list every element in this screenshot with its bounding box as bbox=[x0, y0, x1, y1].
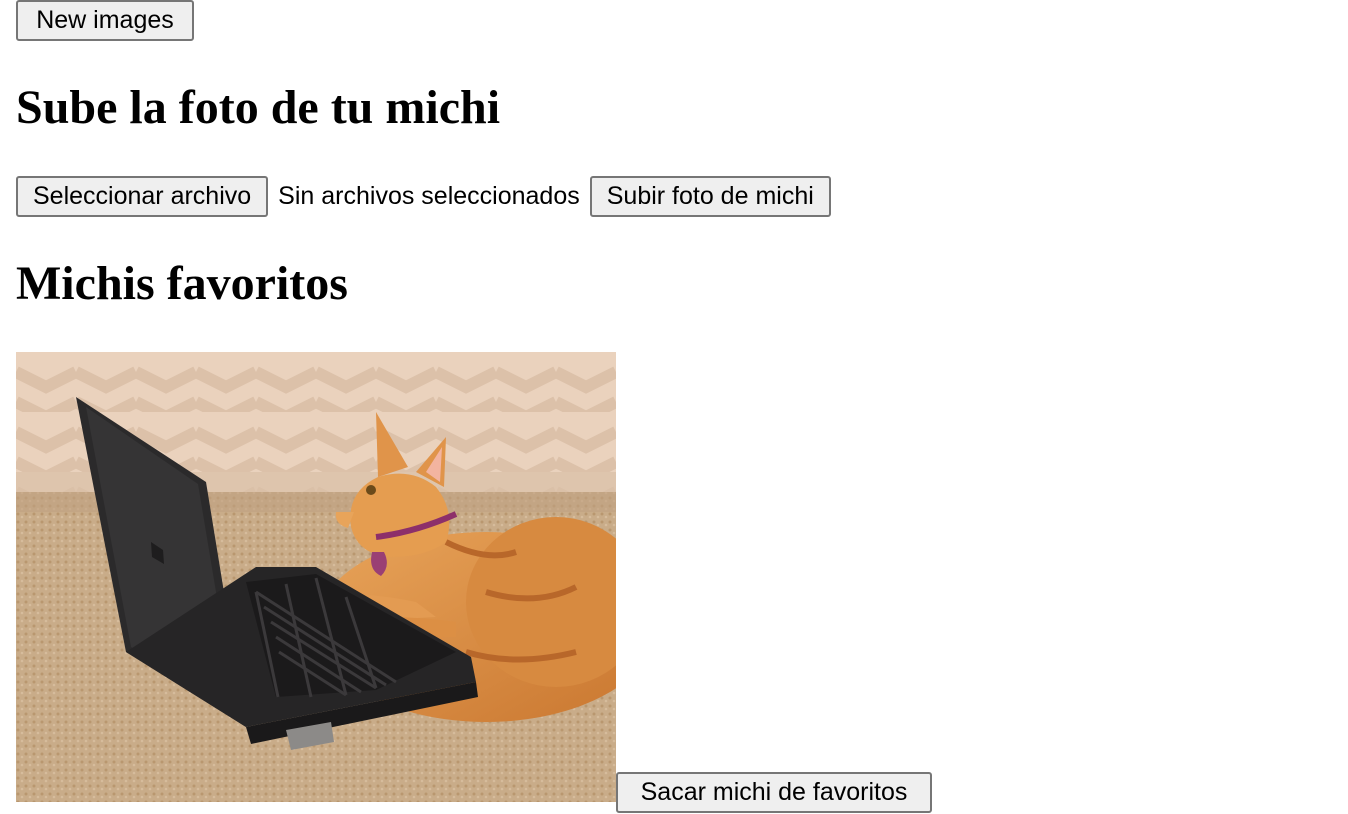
new-images-button[interactable]: New images bbox=[16, 0, 194, 41]
file-status-text: Sin archivos seleccionados bbox=[278, 182, 580, 210]
favorites-section-title: Michis favoritos bbox=[16, 257, 348, 310]
favorite-cat-image bbox=[16, 352, 616, 802]
upload-section-title: Sube la foto de tu michi bbox=[16, 81, 501, 134]
upload-photo-button[interactable]: Subir foto de michi bbox=[589, 176, 831, 217]
select-file-button[interactable]: Seleccionar archivo bbox=[16, 176, 269, 217]
upload-form: Seleccionar archivo Sin archivos selecci… bbox=[16, 176, 831, 217]
remove-favorite-button[interactable]: Sacar michi de favoritos bbox=[616, 772, 932, 813]
